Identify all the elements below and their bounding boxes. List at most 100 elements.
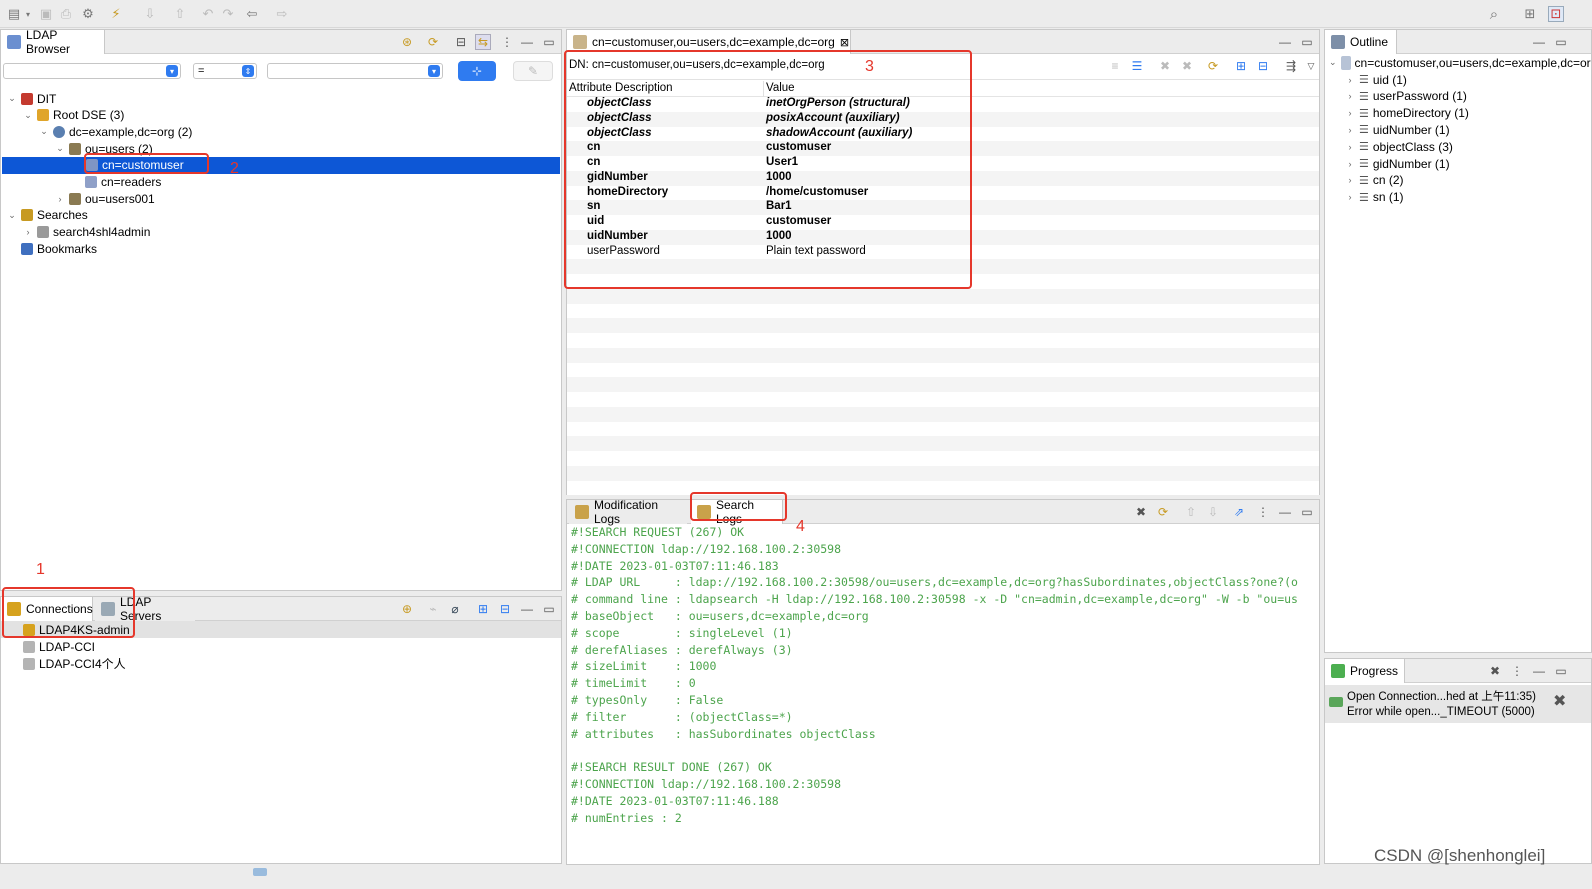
clear-filter-icon: ✎ — [527, 64, 539, 78]
tree-item[interactable]: › search4shl4admin — [23, 224, 151, 241]
open-perspective-icon[interactable]: ⊞ — [1522, 6, 1538, 22]
operator-combo[interactable]: = ⇕ — [193, 63, 257, 79]
minimize-icon[interactable]: — — [1531, 34, 1547, 50]
dropdown-arrow-icon[interactable]: ▾ — [24, 6, 32, 22]
chevron-right-icon[interactable]: › — [1345, 142, 1355, 152]
outline-item[interactable]: › ☰ uidNumber (1) — [1345, 121, 1450, 138]
new-connection-icon[interactable]: ⊕ — [399, 601, 415, 617]
new-icon[interactable]: ▤ — [6, 6, 22, 22]
value-combo[interactable]: ▾ — [267, 63, 443, 79]
search-icon — [37, 226, 49, 239]
maximize-icon[interactable]: ▭ — [1553, 663, 1569, 679]
maximize-icon[interactable]: ▭ — [541, 601, 557, 617]
minimize-icon[interactable]: — — [519, 601, 535, 617]
chevron-right-icon[interactable]: › — [55, 194, 65, 204]
link-editor-icon[interactable]: ⇆ — [475, 34, 491, 50]
connection-item[interactable]: LDAP-CCI4个人 — [1, 655, 561, 672]
refresh-icon[interactable]: ⟳ — [425, 34, 441, 50]
refresh-icon[interactable]: ⟳ — [1155, 504, 1171, 520]
maximize-icon[interactable]: ▭ — [1553, 34, 1569, 50]
outline-item[interactable]: › ☰ uid (1) — [1345, 71, 1407, 88]
chevron-right-icon[interactable]: › — [1345, 75, 1355, 85]
bookmarks-icon — [21, 242, 33, 255]
search-log-text[interactable]: #!SEARCH REQUEST (267) OK #!CONNECTION ld… — [567, 524, 1319, 864]
progress-item[interactable]: Open Connection...hed at 上午11:35) Error … — [1325, 685, 1591, 723]
minimize-icon[interactable]: — — [1531, 663, 1547, 679]
ldap-browser-icon — [7, 35, 21, 49]
attribute-combo[interactable]: ▾ — [3, 63, 181, 79]
chevron-down-icon[interactable]: ⌄ — [39, 126, 49, 137]
export-icon[interactable]: ⇗ — [1231, 504, 1247, 520]
minimize-icon[interactable]: — — [1277, 34, 1293, 50]
collapse-all-icon[interactable]: ⊟ — [497, 601, 513, 617]
gear-icon[interactable]: ⚙ — [80, 6, 96, 22]
outline-header: Outline — ▭ — [1325, 30, 1591, 54]
outline-item[interactable]: › ☰ gidNumber (1) — [1345, 155, 1450, 172]
tree-item[interactable]: ⌄ DIT — [7, 90, 56, 107]
tab-ldap-browser[interactable]: LDAP Browser — [1, 28, 105, 56]
refresh-icon[interactable]: ⟳ — [1205, 58, 1221, 74]
connection-closed-icon — [23, 640, 35, 653]
operator-value: = — [198, 65, 205, 77]
view-menu-icon[interactable]: ⋮ — [1255, 504, 1271, 520]
minimize-icon[interactable]: — — [1277, 504, 1293, 520]
tree-item[interactable]: cn=readers — [71, 174, 161, 191]
connect-icon[interactable]: ⚡ — [108, 6, 124, 22]
view-menu-icon[interactable]: ⋮ — [1509, 663, 1525, 679]
chevron-right-icon[interactable]: › — [1345, 175, 1355, 185]
tab-progress[interactable]: Progress — [1325, 659, 1405, 683]
chevron-right-icon[interactable]: › — [1345, 192, 1355, 202]
sort-icon: ≡ — [1111, 59, 1119, 73]
chevron-right-icon[interactable]: › — [23, 227, 33, 237]
chevron-right-icon[interactable]: › — [1345, 125, 1355, 135]
log-line: # attributes : hasSubordinates objectCla… — [571, 726, 876, 741]
close-icon[interactable]: ⊠ — [840, 36, 849, 49]
ldap-perspective-icon[interactable]: ⊡ — [1548, 6, 1564, 22]
outline-item[interactable]: › ☰ cn (2) — [1345, 172, 1404, 189]
chevron-down-icon[interactable]: ⌄ — [55, 143, 65, 154]
tree-item[interactable]: Bookmarks — [7, 240, 97, 257]
tab-outline[interactable]: Outline — [1325, 30, 1397, 54]
maximize-icon[interactable]: ▭ — [1299, 504, 1315, 520]
expand-all-icon[interactable]: ⊞ — [1233, 58, 1249, 74]
expand-all-icon[interactable]: ⊞ — [475, 601, 491, 617]
chevron-down-icon[interactable]: ⌄ — [7, 93, 17, 104]
minimize-icon[interactable]: — — [519, 34, 535, 50]
outline-item[interactable]: › ☰ sn (1) — [1345, 189, 1404, 206]
search-icon[interactable]: ⌕ — [1486, 6, 1502, 23]
open-schema-icon[interactable]: ⇶ — [1283, 58, 1299, 74]
maximize-icon[interactable]: ▭ — [541, 34, 557, 50]
show-decorated-icon[interactable]: ☰ — [1129, 58, 1145, 74]
chevron-down-icon[interactable]: ⌄ — [23, 110, 33, 121]
chevron-right-icon[interactable]: › — [1345, 108, 1355, 118]
tree-item[interactable]: ⌄ dc=example,dc=org (2) — [39, 123, 192, 140]
search-entry-icon[interactable]: ⊛ — [399, 34, 415, 50]
outline-item[interactable]: › ☰ homeDirectory (1) — [1345, 105, 1469, 122]
outline-item[interactable]: › ☰ userPassword (1) — [1345, 88, 1467, 105]
close-connection-icon[interactable]: ⌀ — [447, 601, 463, 617]
outline-item[interactable]: › ☰ objectClass (3) — [1345, 138, 1453, 155]
tab-label: Modification Logs — [594, 498, 659, 526]
view-menu-icon[interactable]: ▽ — [1303, 58, 1319, 74]
apply-filter-button[interactable]: ⊹ — [458, 61, 496, 81]
clear-filter-button[interactable]: ✎ — [513, 61, 553, 81]
view-menu-icon[interactable]: ⋮ — [499, 34, 515, 50]
connection-item[interactable]: LDAP-CCI — [1, 638, 561, 655]
remove-all-icon[interactable]: ✖ — [1487, 663, 1503, 679]
tree-item[interactable]: › ou=users001 — [55, 190, 155, 207]
collapse-all-icon[interactable]: ⊟ — [1255, 58, 1271, 74]
close-icon[interactable]: ✖ — [1553, 691, 1566, 711]
chevron-right-icon[interactable]: › — [1345, 91, 1355, 101]
back-icon[interactable]: ⇦ — [244, 6, 260, 22]
tree-item[interactable]: ⌄ Searches — [7, 207, 87, 224]
tree-item[interactable]: ⌄ Root DSE (3) — [23, 107, 124, 124]
log-line: #!SEARCH RESULT DONE (267) OK — [571, 760, 772, 775]
tab-modification-logs[interactable]: Modification Logs — [569, 498, 687, 526]
chevron-right-icon[interactable]: › — [1345, 159, 1355, 169]
collapse-all-icon[interactable]: ⊟ — [453, 34, 469, 50]
delete-value-icon: ✖ — [1159, 59, 1171, 73]
maximize-icon[interactable]: ▭ — [1299, 34, 1315, 50]
outline-root[interactable]: ⌄ cn=customuser,ou=users,dc=example,dc=o… — [1329, 54, 1591, 71]
clear-icon[interactable]: ✖ — [1133, 504, 1149, 520]
chevron-down-icon[interactable]: ⌄ — [7, 210, 17, 221]
